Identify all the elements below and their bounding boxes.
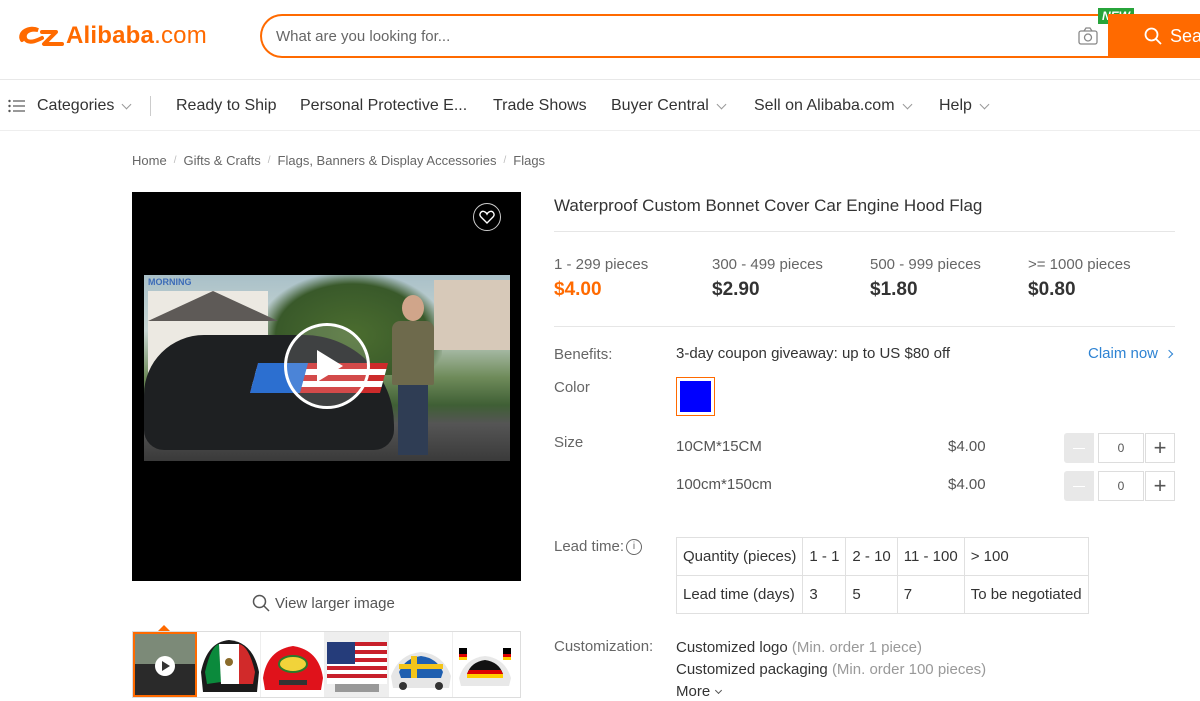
- breadcrumb-flags-banners[interactable]: Flags, Banners & Display Accessories: [278, 153, 497, 168]
- chevron-down-icon: [979, 99, 990, 109]
- benefits-text: 3-day coupon giveaway: up to US $80 off: [676, 345, 951, 362]
- color-label: Color: [554, 379, 590, 396]
- chevron-right-icon: [1164, 349, 1174, 358]
- customization-option: Customized packaging (Min. order 100 pie…: [676, 661, 987, 678]
- camera-icon[interactable]: [1078, 27, 1098, 45]
- breadcrumb-home[interactable]: Home: [132, 153, 167, 168]
- customization-label: Customization:: [554, 638, 654, 655]
- size-price: $4.00: [948, 438, 986, 455]
- color-swatch-blue[interactable]: [676, 377, 715, 416]
- breadcrumb: Home / Gifts & Crafts / Flags, Banners &…: [132, 153, 546, 168]
- menu-list-icon: [8, 99, 25, 113]
- increment-button[interactable]: +: [1145, 471, 1175, 501]
- size-name: 10CM*15CM: [676, 438, 762, 455]
- heart-icon: [479, 210, 495, 224]
- nav-sell-on-alibaba[interactable]: Sell on Alibaba.com: [754, 97, 912, 115]
- video-thumb-icon: [135, 634, 195, 695]
- product-media-viewer[interactable]: MORNING: [132, 192, 521, 581]
- customization-option: Customized logo (Min. order 1 piece): [676, 639, 922, 656]
- lead-time-label: Lead time: i: [554, 538, 643, 555]
- chevron-down-icon: [121, 99, 132, 109]
- lead-time-table: Quantity (pieces) 1 - 1 2 - 10 11 - 100 …: [675, 537, 1089, 614]
- search-button-label: Sea: [1170, 25, 1200, 46]
- thumbnail-red-flag[interactable]: [261, 632, 325, 697]
- nav-help[interactable]: Help: [939, 97, 990, 115]
- thumbnail-sweden-flag[interactable]: [389, 632, 453, 697]
- divider: [554, 231, 1175, 232]
- quantity-input[interactable]: 0: [1098, 433, 1144, 463]
- nav-buyer-central[interactable]: Buyer Central: [611, 97, 727, 115]
- thumbnail-strip: [132, 631, 521, 698]
- search-button[interactable]: Sea: [1108, 14, 1200, 58]
- size-name: 100cm*150cm: [676, 476, 772, 493]
- search-bar: NEW Sea: [260, 8, 1200, 58]
- sweden-flag-car-image: [389, 632, 452, 697]
- play-icon: [317, 350, 343, 382]
- nav-ready-to-ship[interactable]: Ready to Ship: [176, 97, 277, 115]
- alibaba-logo-icon: [19, 26, 64, 46]
- decrement-button[interactable]: [1064, 471, 1094, 501]
- size-option-row: 10CM*15CM $4.00 0 +: [676, 433, 1176, 463]
- nav-divider: [150, 96, 151, 116]
- header: Alibaba.com NEW Sea: [0, 0, 1200, 80]
- quantity-stepper: 0 +: [1064, 471, 1175, 501]
- divider: [554, 326, 1175, 327]
- play-button[interactable]: [284, 323, 370, 409]
- price-tier: 1 - 299 pieces $4.00: [554, 256, 649, 300]
- thumbnail-video[interactable]: [133, 632, 197, 697]
- top-nav: Categories Ready to Ship Personal Protec…: [0, 81, 1200, 131]
- germany-flag-car-image: [453, 632, 517, 697]
- claim-now-link[interactable]: Claim now: [1088, 345, 1174, 362]
- price-tier: 500 - 999 pieces $1.80: [870, 256, 981, 300]
- increment-button[interactable]: +: [1145, 433, 1175, 463]
- size-price: $4.00: [948, 476, 986, 493]
- minus-icon: [1073, 485, 1085, 487]
- price-tier: 300 - 499 pieces $2.90: [712, 256, 823, 300]
- view-larger-image[interactable]: View larger image: [252, 594, 395, 612]
- size-option-row: 100cm*150cm $4.00 0 +: [676, 471, 1176, 501]
- chevron-down-icon: [716, 99, 727, 109]
- thumbnail-mexico-flag[interactable]: [197, 632, 261, 697]
- nav-categories[interactable]: Categories: [8, 97, 132, 115]
- thumbnail-usa-flag[interactable]: [325, 632, 389, 697]
- benefits-label: Benefits:: [554, 346, 613, 363]
- search-icon: [1144, 27, 1162, 45]
- video-watermark: MORNING: [148, 277, 192, 287]
- price-tier: >= 1000 pieces $0.80: [1028, 256, 1131, 300]
- minus-icon: [1073, 447, 1085, 449]
- search-input[interactable]: [276, 24, 1056, 48]
- table-row: Lead time (days) 3 5 7 To be negotiated: [675, 575, 1089, 614]
- favorite-button[interactable]: [473, 203, 501, 231]
- breadcrumb-flags[interactable]: Flags: [513, 153, 545, 168]
- product-video[interactable]: MORNING: [144, 275, 510, 461]
- zoom-icon: [252, 594, 270, 612]
- mexico-flag-car-image: [197, 632, 260, 697]
- table-row: Quantity (pieces) 1 - 1 2 - 10 11 - 100 …: [675, 537, 1089, 576]
- nav-personal-protective[interactable]: Personal Protective E...: [300, 97, 467, 115]
- quantity-stepper: 0 +: [1064, 433, 1175, 463]
- usa-flag-car-image: [325, 632, 388, 697]
- more-link[interactable]: More: [676, 683, 723, 700]
- breadcrumb-gifts-crafts[interactable]: Gifts & Crafts: [183, 153, 260, 168]
- alibaba-logo[interactable]: Alibaba.com: [16, 22, 207, 50]
- price-tier-highlight: $4.00: [554, 279, 602, 300]
- info-icon[interactable]: i: [626, 538, 643, 555]
- nav-trade-shows[interactable]: Trade Shows: [493, 97, 587, 115]
- chevron-down-icon: [715, 686, 723, 694]
- quantity-input[interactable]: 0: [1098, 471, 1144, 501]
- decrement-button[interactable]: [1064, 433, 1094, 463]
- chevron-down-icon: [902, 99, 912, 109]
- product-title: Waterproof Custom Bonnet Cover Car Engin…: [554, 196, 983, 215]
- red-flag-car-image: [261, 632, 324, 697]
- logo-wordmark: Alibaba.com: [66, 22, 207, 49]
- thumbnail-germany-flag[interactable]: [453, 632, 517, 697]
- size-label: Size: [554, 434, 584, 451]
